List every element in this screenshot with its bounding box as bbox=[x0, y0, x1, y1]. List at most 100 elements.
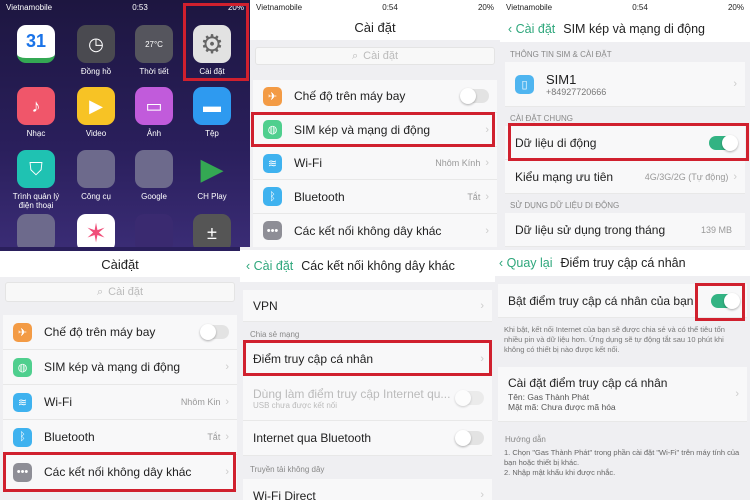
guide-step: 2. Nhập mật khẩu khi được nhắc. bbox=[504, 468, 616, 477]
battery: 20% bbox=[477, 2, 494, 12]
sim-name: SIM1 bbox=[546, 71, 577, 87]
app-shield[interactable]: ⛉ Trình quản lý điện thoại bbox=[8, 150, 64, 210]
more-icon: ••• bbox=[263, 221, 282, 240]
search-input[interactable]: ⌕ Cài đặt bbox=[5, 282, 235, 302]
item-value: Tắt bbox=[467, 191, 481, 202]
app-folder[interactable] bbox=[8, 214, 64, 247]
item-label: Wi-Fi Direct bbox=[253, 489, 316, 500]
app-label: Nhạc bbox=[26, 129, 46, 138]
item-value: Tắt bbox=[207, 432, 221, 442]
star-app-icon: ✶ bbox=[77, 214, 115, 247]
app-music[interactable]: ♪ Nhạc bbox=[8, 87, 64, 138]
bluetooth-icon: ᛒ bbox=[13, 427, 32, 447]
item-value: 139 MB bbox=[700, 224, 732, 235]
airplane-toggle[interactable] bbox=[200, 324, 229, 340]
search-placeholder: Cài đặt bbox=[363, 50, 399, 62]
back-button[interactable]: ‹ Quay lại bbox=[499, 256, 553, 270]
photo-icon: ▭ bbox=[135, 87, 173, 125]
back-label: Cài đặt bbox=[253, 259, 294, 273]
battery: 20% bbox=[727, 2, 744, 12]
app-label: Video bbox=[85, 129, 107, 138]
item-value: Nhôm Kin bbox=[180, 397, 221, 407]
item-sublabel: USB chưa được kết nối bbox=[253, 400, 337, 410]
section-header: Chia sẻ mạng bbox=[250, 330, 300, 339]
item-label: Chế độ trên máy bay bbox=[44, 325, 156, 339]
app-weather[interactable]: 27°C Thời tiết bbox=[126, 25, 182, 76]
app-folder-google[interactable]: Google bbox=[126, 150, 182, 201]
app-star-app[interactable]: ✶ bbox=[68, 214, 124, 247]
shield-icon: ⛉ bbox=[17, 150, 55, 188]
back-button[interactable]: ‹ Cài đặt bbox=[246, 259, 293, 273]
folder-google-icon bbox=[135, 150, 173, 188]
highlight-hotspot bbox=[243, 340, 492, 376]
settings-item-bluetooth[interactable]: ᛒ Bluetooth Tắt › bbox=[253, 180, 497, 214]
app-calculator[interactable]: ± bbox=[184, 214, 240, 247]
search-icon: ⌕ bbox=[96, 285, 104, 298]
calendar-icon: 31 bbox=[17, 25, 55, 63]
settings-item-wifi[interactable]: ≋ Wi-Fi Nhôm Kính › bbox=[253, 147, 497, 180]
item-label: Internet qua Bluetooth bbox=[253, 431, 372, 445]
app-calendar[interactable]: 31 bbox=[8, 25, 64, 67]
hotspot-setup-row[interactable]: Cài đặt điểm truy cập cá nhân Tên: Gas Th… bbox=[498, 367, 747, 422]
highlight-sim bbox=[251, 112, 495, 147]
page-title: Cài đặt bbox=[250, 14, 500, 40]
item-label: Dữ liệu sử dụng trong tháng bbox=[515, 222, 666, 237]
data-usage-row[interactable]: Dữ liệu sử dụng trong tháng 139 MB bbox=[505, 213, 745, 247]
guide-step: 1. Chọn "Gas Thành Phát" trong phần cài … bbox=[504, 448, 740, 467]
chevron-left-icon: ‹ bbox=[246, 259, 254, 273]
usb-tether-row: Dùng làm điểm truy cập Internet qu... USB… bbox=[243, 376, 492, 421]
item-label: SIM kép và mạng di động bbox=[44, 360, 181, 374]
app-label: Công cụ bbox=[81, 192, 111, 201]
search-icon: ⌕ bbox=[351, 49, 359, 62]
video-icon: ▶ bbox=[77, 87, 115, 125]
app-video[interactable]: ▶ Video bbox=[68, 87, 124, 138]
settings-item-other-wireless[interactable]: ••• Các kết nối không dây khác › bbox=[253, 214, 497, 247]
clock-icon: ◷ bbox=[77, 25, 115, 63]
app-label: Ảnh bbox=[146, 129, 162, 138]
clock: 0:54 bbox=[382, 2, 398, 12]
vpn-row[interactable]: VPN › bbox=[243, 290, 492, 322]
bluetooth-icon: ᛒ bbox=[263, 187, 282, 206]
app-clock[interactable]: ◷ Đồng hồ bbox=[68, 25, 124, 76]
airplane-icon: ✈ bbox=[13, 322, 32, 342]
folder-icon bbox=[17, 214, 55, 247]
settings-item-wifi[interactable]: ≋ Wi-Fi Nhôm Kin › bbox=[3, 385, 237, 420]
app-folder-tools[interactable]: Công cụ bbox=[68, 150, 124, 201]
home-screen: Vietnamobile 0:53 20% 31 ◷ Đồng hồ 27°C Thời… bbox=[0, 0, 250, 247]
app-game[interactable] bbox=[126, 214, 182, 247]
app-photo[interactable]: ▭ Ảnh bbox=[126, 87, 182, 138]
globe-icon: ◍ bbox=[13, 357, 32, 377]
highlight-other-wireless bbox=[3, 452, 236, 492]
chevron-right-icon: › bbox=[480, 299, 484, 312]
bt-tether-row[interactable]: Internet qua Bluetooth bbox=[243, 421, 492, 456]
item-label: Wi-Fi bbox=[294, 156, 322, 170]
airplane-toggle[interactable] bbox=[460, 88, 489, 104]
network-type-row[interactable]: Kiểu mạng ưu tiên 4G/3G/2G (Tự động) › bbox=[505, 160, 745, 194]
app-play-store[interactable]: ▶ CH Play bbox=[184, 150, 240, 202]
item-label: Wi-Fi bbox=[44, 395, 72, 409]
item-label: Kiểu mạng ưu tiên bbox=[515, 169, 614, 184]
settings-item-sim[interactable]: ◍ SIM kép và mạng di động › bbox=[3, 350, 237, 385]
weather-icon: 27°C bbox=[135, 25, 173, 63]
item-label: Bluetooth bbox=[294, 189, 345, 204]
chevron-right-icon: › bbox=[225, 361, 229, 373]
item-label: Dùng làm điểm truy cập Internet qu... bbox=[253, 386, 451, 401]
highlight-mobile-data bbox=[508, 123, 749, 161]
wifi-direct-row[interactable]: Wi-Fi Direct › bbox=[243, 479, 492, 500]
item-label: Cài đặt điểm truy cập cá nhân bbox=[508, 376, 668, 390]
settings-item-airplane[interactable]: ✈ Chế độ trên máy bay bbox=[253, 80, 497, 113]
section-header: Truyền tải không dây bbox=[250, 465, 325, 474]
sim-number: +84927720666 bbox=[546, 86, 607, 97]
back-button[interactable]: ‹ Cài đặt bbox=[508, 22, 555, 36]
app-label: Đồng hồ bbox=[80, 67, 112, 76]
settings-item-airplane[interactable]: ✈ Chế độ trên máy bay bbox=[3, 315, 237, 350]
hotspot-screen: ‹ Quay lại Điểm truy cập cá nhân Bật điể… bbox=[495, 247, 750, 500]
app-folder[interactable]: ▬ Tệp bbox=[184, 87, 240, 138]
settings-list: ✈ Chế độ trên máy bay ◍ SIM kép và mạng di… bbox=[253, 80, 497, 247]
sim1-row[interactable]: ▯ SIM1 +84927720666 › bbox=[505, 62, 745, 107]
hotspot-description: Khi bật, kết nối Internet của bạn sẽ đượ… bbox=[504, 325, 725, 354]
settings-item-bluetooth[interactable]: ᛒ Bluetooth Tắt › bbox=[3, 420, 237, 455]
search-input[interactable]: ⌕ Cài đặt bbox=[255, 47, 495, 65]
section-header: SỬ DỤNG DỮ LIỆU DI ĐỘNG bbox=[510, 201, 620, 210]
bt-tether-toggle[interactable] bbox=[455, 430, 484, 446]
